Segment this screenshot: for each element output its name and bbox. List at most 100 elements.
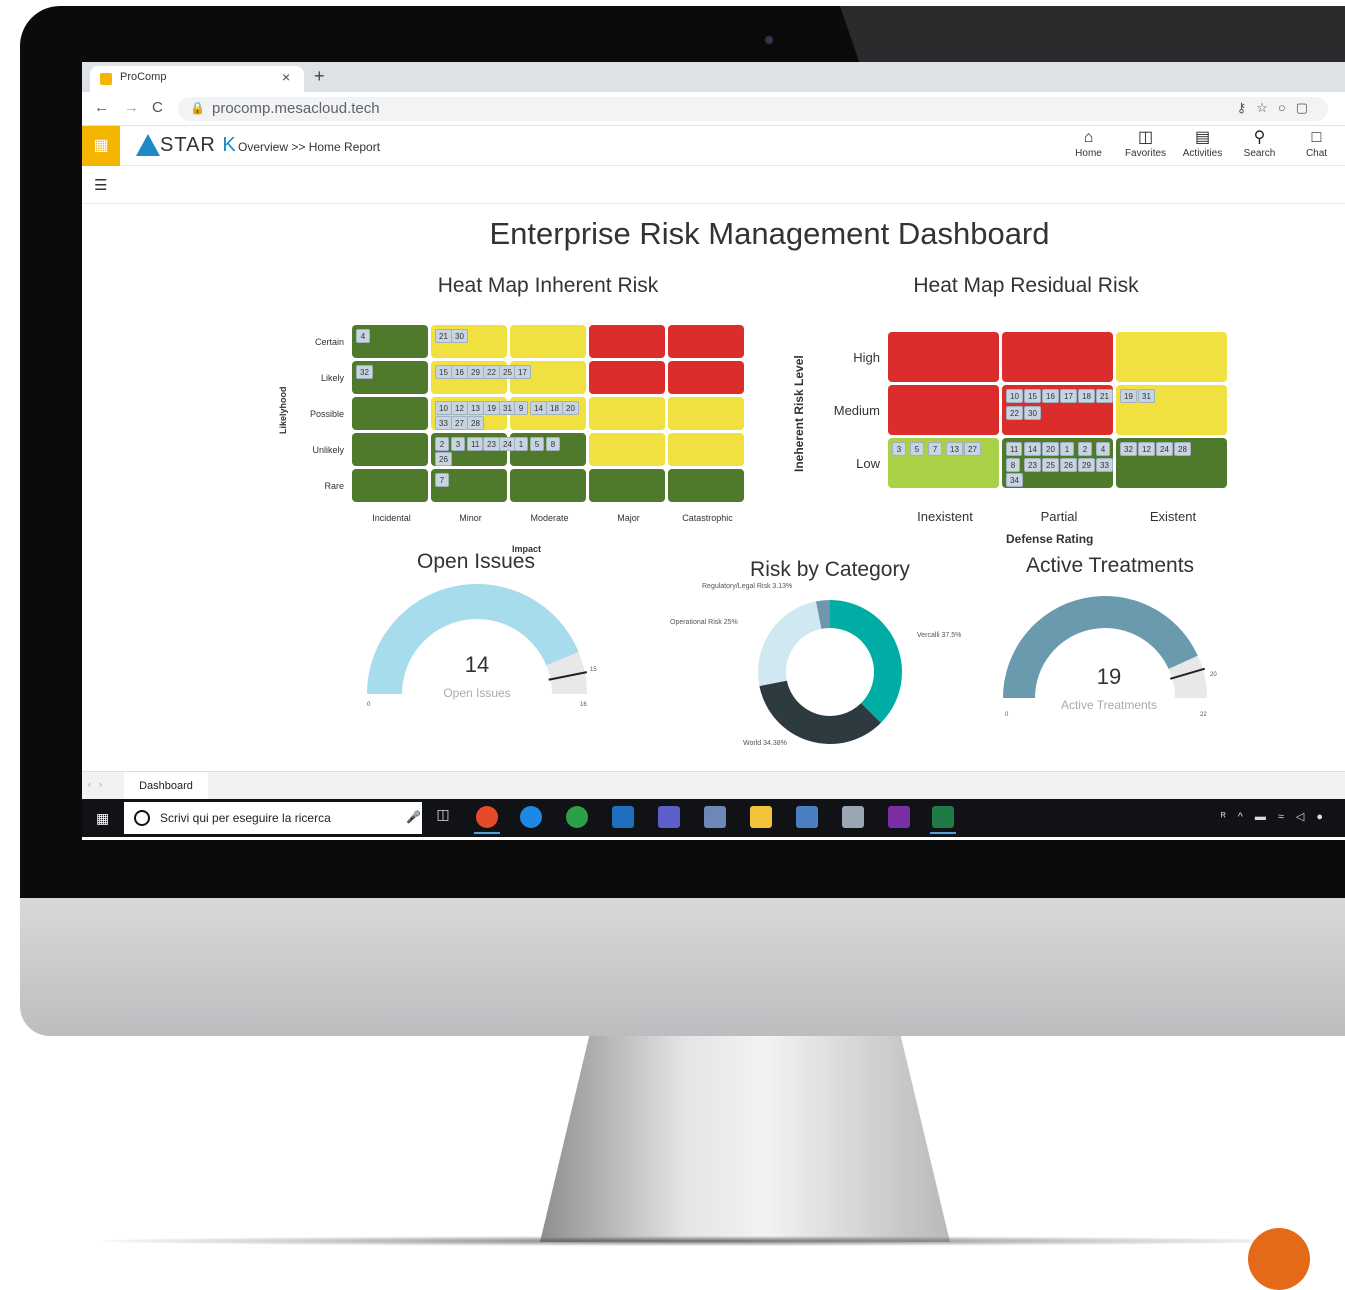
risk-id-tag[interactable]: 5 <box>530 437 544 451</box>
risk-id-tag[interactable]: 20 <box>1042 442 1059 456</box>
forward-icon[interactable]: → <box>124 99 139 116</box>
heatmap-cell[interactable] <box>668 469 744 502</box>
windows-start-icon[interactable]: ▦ <box>96 810 109 827</box>
nav-chat[interactable]: □ Chat <box>1288 128 1345 164</box>
risk-id-tag[interactable]: 18 <box>546 401 563 415</box>
logo[interactable]: STAR K <box>160 134 237 157</box>
heatmap-cell[interactable] <box>1116 332 1227 382</box>
address-bar[interactable]: 🔒 procomp.mesacloud.tech ⚷☆○▢ <box>178 97 1328 121</box>
risk-id-tag[interactable]: 8 <box>546 437 560 451</box>
donut-slice-vercalli[interactable] <box>830 600 902 723</box>
breadcrumb[interactable]: Overview >> Home Report <box>238 140 380 154</box>
heatmap-cell[interactable] <box>668 433 744 466</box>
browser-tab[interactable]: ProComp × <box>90 66 304 92</box>
risk-id-tag[interactable]: 15 <box>435 365 452 379</box>
risk-id-tag[interactable]: 1 <box>1060 442 1074 456</box>
risk-id-tag[interactable]: 3 <box>892 442 906 456</box>
app-launcher-icon[interactable]: ▦ <box>82 126 120 166</box>
back-icon[interactable]: ← <box>94 99 109 116</box>
list-menu-icon[interactable]: ☰ <box>94 176 107 194</box>
heatmap-cell[interactable] <box>589 397 665 430</box>
address-bar-icons[interactable]: ⚷☆○▢ <box>1237 100 1318 116</box>
risk-id-tag[interactable]: 26 <box>1060 457 1077 472</box>
risk-id-tag[interactable]: 21 <box>1096 389 1113 403</box>
donut-slice-world[interactable] <box>759 680 881 744</box>
risk-id-tag[interactable]: 20 <box>562 401 579 415</box>
risk-id-tag[interactable]: 14 <box>1024 442 1041 456</box>
close-tab-icon[interactable]: × <box>282 69 290 85</box>
risk-id-tag[interactable]: 21 <box>435 329 452 343</box>
file-explorer-icon[interactable] <box>750 806 772 828</box>
risk-id-tag[interactable]: 31 <box>1138 389 1155 403</box>
heatmap-cell[interactable] <box>888 332 999 382</box>
taskbar-search[interactable]: Scrivi qui per eseguire la ricerca 🎤 <box>124 802 422 834</box>
risk-id-tag[interactable]: 17 <box>514 365 531 379</box>
risk-id-tag[interactable]: 32 <box>356 365 373 379</box>
risk-id-tag[interactable]: 17 <box>1060 389 1077 403</box>
heatmap-cell[interactable] <box>1002 332 1113 382</box>
nav-home[interactable]: ⌂ Home <box>1060 128 1117 164</box>
risk-id-tag[interactable]: 26 <box>435 452 452 466</box>
microphone-icon[interactable]: 🎤 <box>406 810 421 824</box>
remote-desktop-icon[interactable] <box>796 806 818 828</box>
risk-id-tag[interactable]: 30 <box>1024 406 1041 420</box>
nav-favorites[interactable]: ◫ Favorites <box>1117 128 1174 164</box>
heatmap-cell[interactable] <box>589 469 665 502</box>
risk-id-tag[interactable]: 23 <box>1024 457 1041 472</box>
sheet-nav-arrows[interactable]: ‹› <box>88 779 110 789</box>
risk-id-tag[interactable]: 16 <box>451 365 468 379</box>
heatmap-cell[interactable] <box>510 325 586 358</box>
heatmap-cell[interactable] <box>510 469 586 502</box>
url-text[interactable]: procomp.mesacloud.tech <box>212 100 380 117</box>
heatmap-cell[interactable] <box>668 397 744 430</box>
risk-id-tag[interactable]: 8 <box>1006 457 1020 472</box>
excel-icon[interactable] <box>932 806 954 828</box>
risk-id-tag[interactable]: 28 <box>467 416 484 430</box>
system-tray[interactable]: ᴿ^▬≈◁● <box>1221 810 1335 823</box>
risk-id-tag[interactable]: 27 <box>451 416 468 430</box>
risk-id-tag[interactable]: 13 <box>946 442 963 456</box>
risk-id-tag[interactable]: 16 <box>1042 389 1059 403</box>
risk-id-tag[interactable]: 14 <box>530 401 547 415</box>
new-tab-button[interactable]: + <box>314 66 325 87</box>
outlook-icon[interactable] <box>612 806 634 828</box>
risk-id-tag[interactable]: 29 <box>1078 457 1095 472</box>
chrome-icon[interactable] <box>476 806 498 828</box>
risk-id-tag[interactable]: 11 <box>467 437 484 451</box>
task-view-icon[interactable]: ◫ <box>432 806 454 828</box>
risk-id-tag[interactable]: 9 <box>514 401 528 415</box>
risk-id-tag[interactable]: 30 <box>451 329 468 343</box>
risk-id-tag[interactable]: 4 <box>356 329 370 343</box>
risk-id-tag[interactable]: 22 <box>1006 406 1023 420</box>
risk-id-tag[interactable]: 33 <box>435 416 452 430</box>
snipping-tool-icon[interactable] <box>842 806 864 828</box>
risk-id-tag[interactable]: 28 <box>1174 442 1191 456</box>
risk-id-tag[interactable]: 23 <box>483 437 500 451</box>
risk-id-tag[interactable]: 22 <box>483 365 500 379</box>
risk-id-tag[interactable]: 7 <box>928 442 942 456</box>
heatmap-cell[interactable] <box>352 469 428 502</box>
risk-id-tag[interactable]: 10 <box>435 401 452 415</box>
risk-id-tag[interactable]: 15 <box>1024 389 1041 403</box>
nav-search[interactable]: ⚲ Search <box>1231 128 1288 164</box>
risk-id-tag[interactable]: 1 <box>514 437 528 451</box>
risk-id-tag[interactable]: 19 <box>1120 389 1137 403</box>
heatmap-cell[interactable] <box>352 397 428 430</box>
risk-id-tag[interactable]: 4 <box>1096 442 1110 456</box>
risk-id-tag[interactable]: 2 <box>435 437 449 451</box>
risk-id-tag[interactable]: 27 <box>964 442 981 456</box>
risk-id-tag[interactable]: 10 <box>1006 389 1023 403</box>
risk-id-tag[interactable]: 5 <box>910 442 924 456</box>
nav-activities[interactable]: ▤ Activities <box>1174 128 1231 164</box>
risk-id-tag[interactable]: 34 <box>1006 473 1023 488</box>
risk-id-tag[interactable]: 12 <box>1138 442 1155 456</box>
chat-app-icon[interactable] <box>566 806 588 828</box>
risk-id-tag[interactable]: 29 <box>467 365 484 379</box>
heatmap-cell[interactable] <box>352 433 428 466</box>
risk-id-tag[interactable]: 25 <box>1042 457 1059 472</box>
risk-id-tag[interactable]: 33 <box>1096 457 1113 472</box>
risk-id-tag[interactable]: 18 <box>1078 389 1095 403</box>
sheet-tab-dashboard[interactable]: Dashboard <box>124 772 208 800</box>
reload-icon[interactable]: C <box>152 99 163 116</box>
risk-id-tag[interactable]: 7 <box>435 473 449 487</box>
